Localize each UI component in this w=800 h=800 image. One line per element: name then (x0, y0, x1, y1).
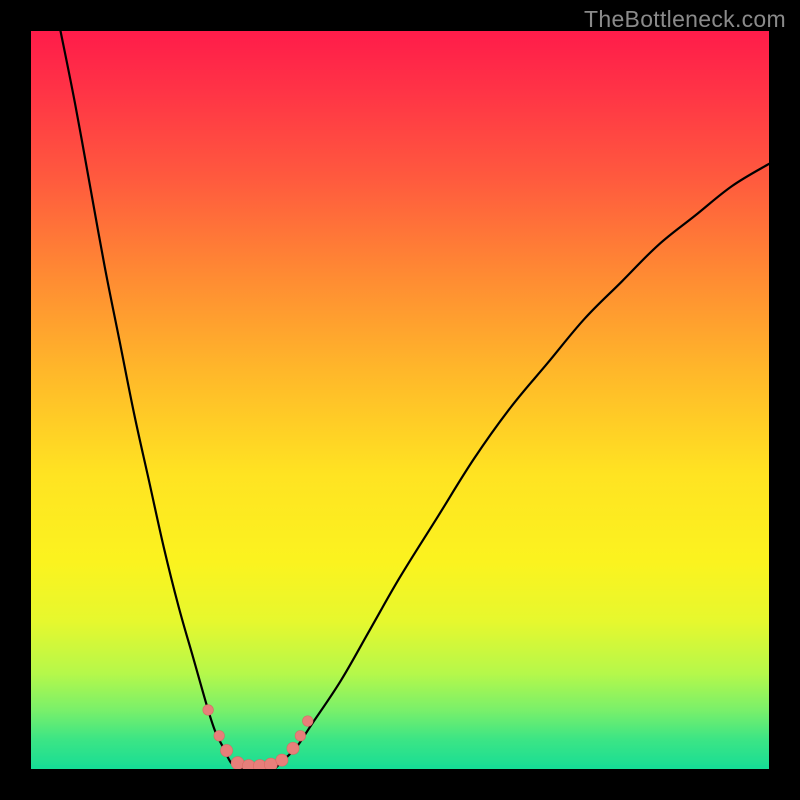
watermark-text: TheBottleneck.com (584, 6, 786, 33)
data-marker (287, 742, 299, 754)
chart-stage: TheBottleneck.com (0, 0, 800, 800)
curve-right-branch (275, 164, 769, 769)
data-marker (264, 758, 277, 769)
plot-area (31, 31, 769, 769)
curve-layer (31, 31, 769, 769)
data-marker (214, 731, 225, 742)
marker-group (203, 705, 313, 769)
curve-left-branch (61, 31, 238, 769)
data-marker (276, 754, 288, 766)
data-marker (220, 744, 232, 756)
data-marker (295, 731, 306, 742)
data-marker (302, 716, 313, 727)
data-marker (203, 705, 214, 716)
